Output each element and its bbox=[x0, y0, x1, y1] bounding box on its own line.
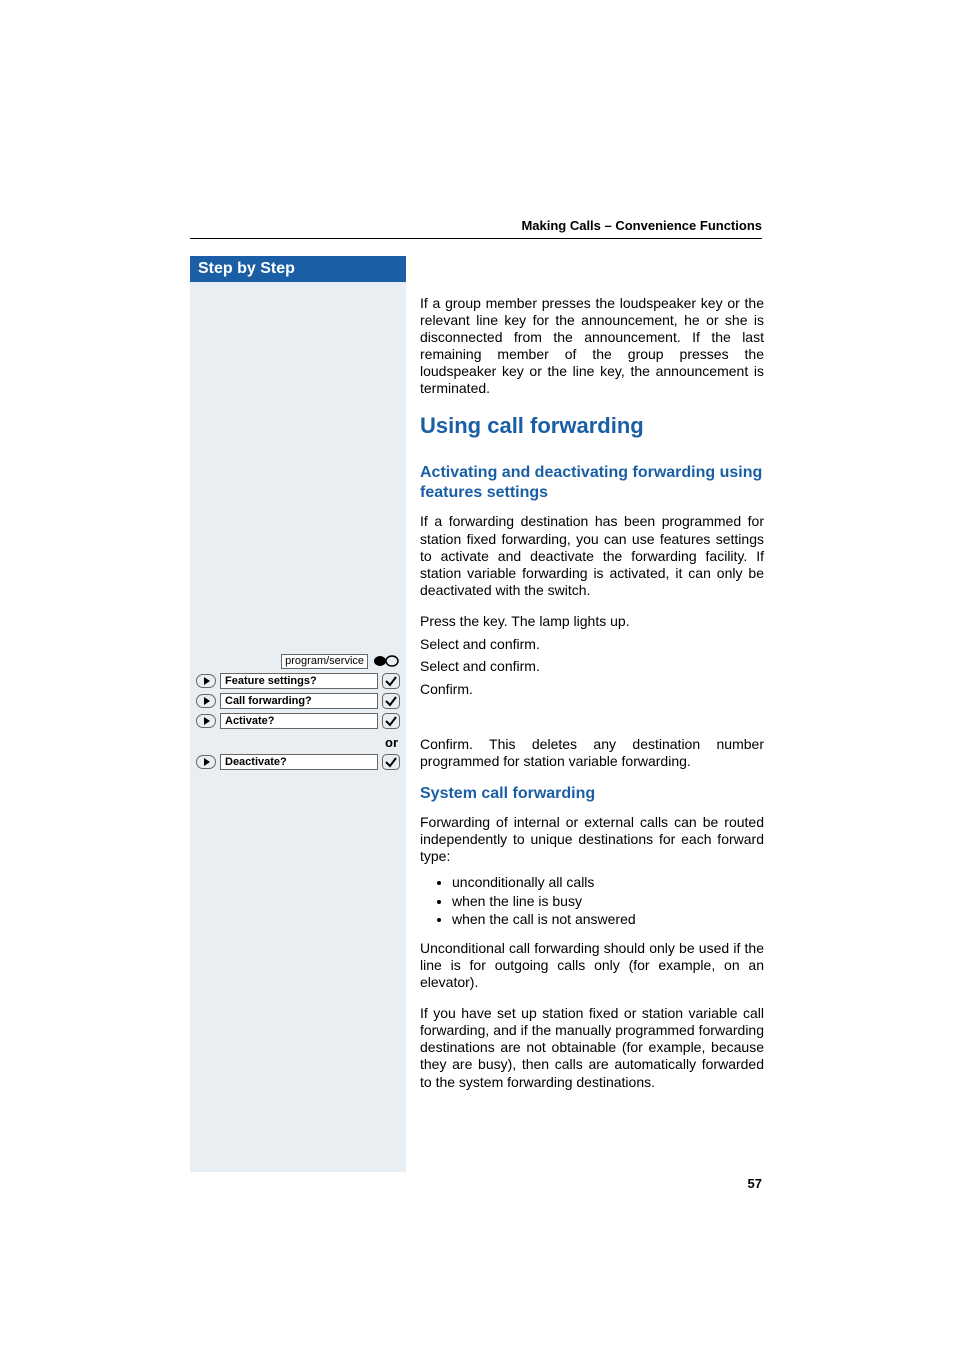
step-program-service: program/service bbox=[190, 651, 406, 671]
step-by-step-panel: Step by Step program/service bbox=[190, 256, 406, 1172]
instr-confirm: Confirm. bbox=[420, 681, 764, 698]
confirm-check-icon bbox=[382, 754, 400, 770]
main-column: If a group member presses the loudspeake… bbox=[420, 295, 764, 1105]
scroll-arrow-icon bbox=[196, 714, 216, 728]
instr-select-confirm-1: Select and confirm. bbox=[420, 636, 764, 653]
step-feature-settings: Feature settings? bbox=[190, 671, 406, 691]
confirm-check-icon bbox=[382, 673, 400, 689]
step-call-forwarding: Call forwarding? bbox=[190, 691, 406, 711]
instr-confirm-delete: Confirm. This deletes any destination nu… bbox=[420, 736, 764, 770]
scroll-arrow-icon bbox=[196, 674, 216, 688]
option-deactivate: Deactivate? bbox=[220, 754, 378, 770]
heading-using-call-forwarding: Using call forwarding bbox=[420, 413, 764, 439]
scroll-arrow-icon bbox=[196, 755, 216, 769]
forwarding-type-list: unconditionally all calls when the line … bbox=[452, 873, 764, 928]
heading-activating-deactivating: Activating and deactivating forwarding u… bbox=[420, 463, 764, 503]
step-deactivate: Deactivate? bbox=[190, 752, 406, 772]
heading-system-call-forwarding: System call forwarding bbox=[420, 784, 764, 804]
running-header: Making Calls – Convenience Functions bbox=[521, 218, 762, 233]
or-label: or bbox=[385, 735, 400, 750]
program-service-label: program/service bbox=[281, 654, 368, 669]
step-or: or bbox=[190, 732, 406, 752]
step-activate: Activate? bbox=[190, 711, 406, 731]
bullet-unconditional: unconditionally all calls bbox=[452, 873, 764, 891]
option-call-forwarding: Call forwarding? bbox=[220, 693, 378, 709]
paragraph-system-destinations: If you have set up station fixed or stat… bbox=[420, 1005, 764, 1090]
paragraph-forwarding-types: Forwarding of internal or external calls… bbox=[420, 814, 764, 865]
option-feature-settings: Feature settings? bbox=[220, 673, 378, 689]
bullet-busy: when the line is busy bbox=[452, 892, 764, 910]
page-number: 57 bbox=[748, 1176, 762, 1191]
bullet-not-answered: when the call is not answered bbox=[452, 910, 764, 928]
header-rule bbox=[190, 238, 762, 239]
confirm-check-icon bbox=[382, 693, 400, 709]
paragraph-forwarding-destination: If a forwarding destination has been pro… bbox=[420, 513, 764, 598]
intro-paragraph: If a group member presses the loudspeake… bbox=[420, 295, 764, 397]
page: Making Calls – Convenience Functions Ste… bbox=[0, 0, 954, 1351]
instr-select-confirm-2: Select and confirm. bbox=[420, 658, 764, 675]
scroll-arrow-icon bbox=[196, 694, 216, 708]
instr-press-key: Press the key. The lamp lights up. bbox=[420, 613, 764, 630]
confirm-check-icon bbox=[382, 713, 400, 729]
sidebar-content: program/service Feature settings? bbox=[190, 282, 406, 1172]
option-activate: Activate? bbox=[220, 713, 378, 729]
sidebar-title: Step by Step bbox=[190, 256, 406, 282]
lamp-key-icon bbox=[372, 654, 400, 668]
paragraph-unconditional-usage: Unconditional call forwarding should onl… bbox=[420, 940, 764, 991]
